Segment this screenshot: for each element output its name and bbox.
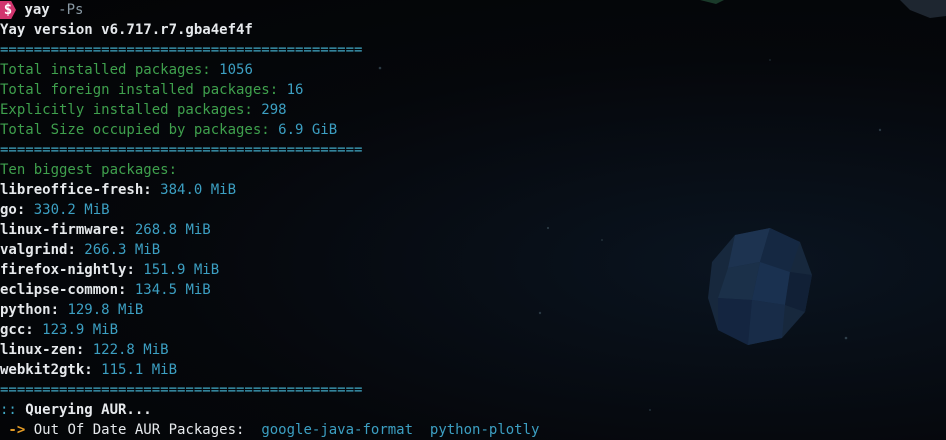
out-of-date-package: google-java-format — [261, 422, 414, 438]
package-name: python — [0, 302, 51, 318]
package-name: linux-firmware — [0, 222, 119, 238]
package-row: linux-zen: 122.8 MiB — [0, 342, 169, 358]
stat-label: Total installed packages: — [0, 62, 220, 78]
command-args: -Ps — [58, 2, 84, 18]
out-of-date-label: Out Of Date AUR Packages: — [25, 422, 245, 438]
version-line: Yay version v6.717.r7.gba4ef4f — [0, 22, 253, 38]
stat-row: Total installed packages: 1056 — [0, 60, 946, 80]
stat-value: 298 — [261, 102, 287, 118]
package-name: libreoffice-fresh — [0, 182, 144, 198]
separator: ========================================… — [0, 42, 363, 58]
stat-row: Total foreign installed packages: 16 — [0, 80, 946, 100]
package-name: go — [0, 202, 17, 218]
out-of-date-package: python-plotly — [429, 422, 540, 438]
package-size: 115.1 MiB — [101, 362, 178, 378]
stat-value: 6.9 GiB — [278, 122, 338, 138]
package-size: 123.9 MiB — [42, 322, 119, 338]
package-row: firefox-nightly: 151.9 MiB — [0, 262, 220, 278]
stat-value: 1056 — [219, 62, 253, 78]
package-row: valgrind: 266.3 MiB — [0, 242, 161, 258]
package-row: eclipse-common: 134.5 MiB — [0, 282, 211, 298]
package-row: python: 129.8 MiB — [0, 302, 144, 318]
package-row: webkit2gtk: 115.1 MiB — [0, 362, 178, 378]
stat-label: Total Size occupied by packages: — [0, 122, 279, 138]
package-size: 330.2 MiB — [33, 202, 110, 218]
stat-row: Explicitly installed packages: 298 — [0, 100, 946, 120]
separator: ========================================… — [0, 382, 363, 398]
package-size: 134.5 MiB — [134, 282, 211, 298]
stat-label: Total foreign installed packages: — [0, 82, 287, 98]
stat-row: Total Size occupied by packages: 6.9 GiB — [0, 120, 946, 140]
command-name: yay — [24, 2, 50, 18]
aur-query-prefix: :: — [0, 402, 17, 418]
package-name: firefox-nightly — [0, 262, 127, 278]
terminal-output: $ yay -Ps Yay version v6.717.r7.gba4ef4f… — [0, 0, 946, 440]
package-row: libreoffice-fresh: 384.0 MiB — [0, 182, 237, 198]
stat-label: Explicitly installed packages: — [0, 102, 262, 118]
command-line: $ yay -Ps — [0, 0, 946, 20]
package-size: 266.3 MiB — [84, 242, 161, 258]
package-name: webkit2gtk — [0, 362, 85, 378]
package-name: linux-zen — [0, 342, 76, 358]
biggest-packages-heading: Ten biggest packages: — [0, 162, 178, 178]
package-name: gcc — [0, 322, 26, 338]
package-row: gcc: 123.9 MiB — [0, 322, 119, 338]
package-size: 129.8 MiB — [67, 302, 144, 318]
package-size: 151.9 MiB — [143, 262, 220, 278]
package-size: 268.8 MiB — [134, 222, 211, 238]
prompt-badge: $ — [0, 1, 16, 19]
package-size: 122.8 MiB — [92, 342, 169, 358]
stat-value: 16 — [286, 82, 304, 98]
terminal-window[interactable]: $ yay -Ps Yay version v6.717.r7.gba4ef4f… — [0, 0, 946, 440]
aur-query-line: :: Querying AUR... — [0, 400, 946, 420]
arrow-icon: -> — [0, 422, 26, 438]
package-size: 384.0 MiB — [160, 182, 237, 198]
package-name: valgrind — [0, 242, 68, 258]
package-name: eclipse-common — [0, 282, 119, 298]
out-of-date-line: -> Out Of Date AUR Packages: google-java… — [0, 420, 946, 440]
aur-query-text: Querying AUR... — [16, 402, 152, 418]
package-row: go: 330.2 MiB — [0, 202, 110, 218]
separator: ========================================… — [0, 142, 363, 158]
package-row: linux-firmware: 268.8 MiB — [0, 222, 211, 238]
